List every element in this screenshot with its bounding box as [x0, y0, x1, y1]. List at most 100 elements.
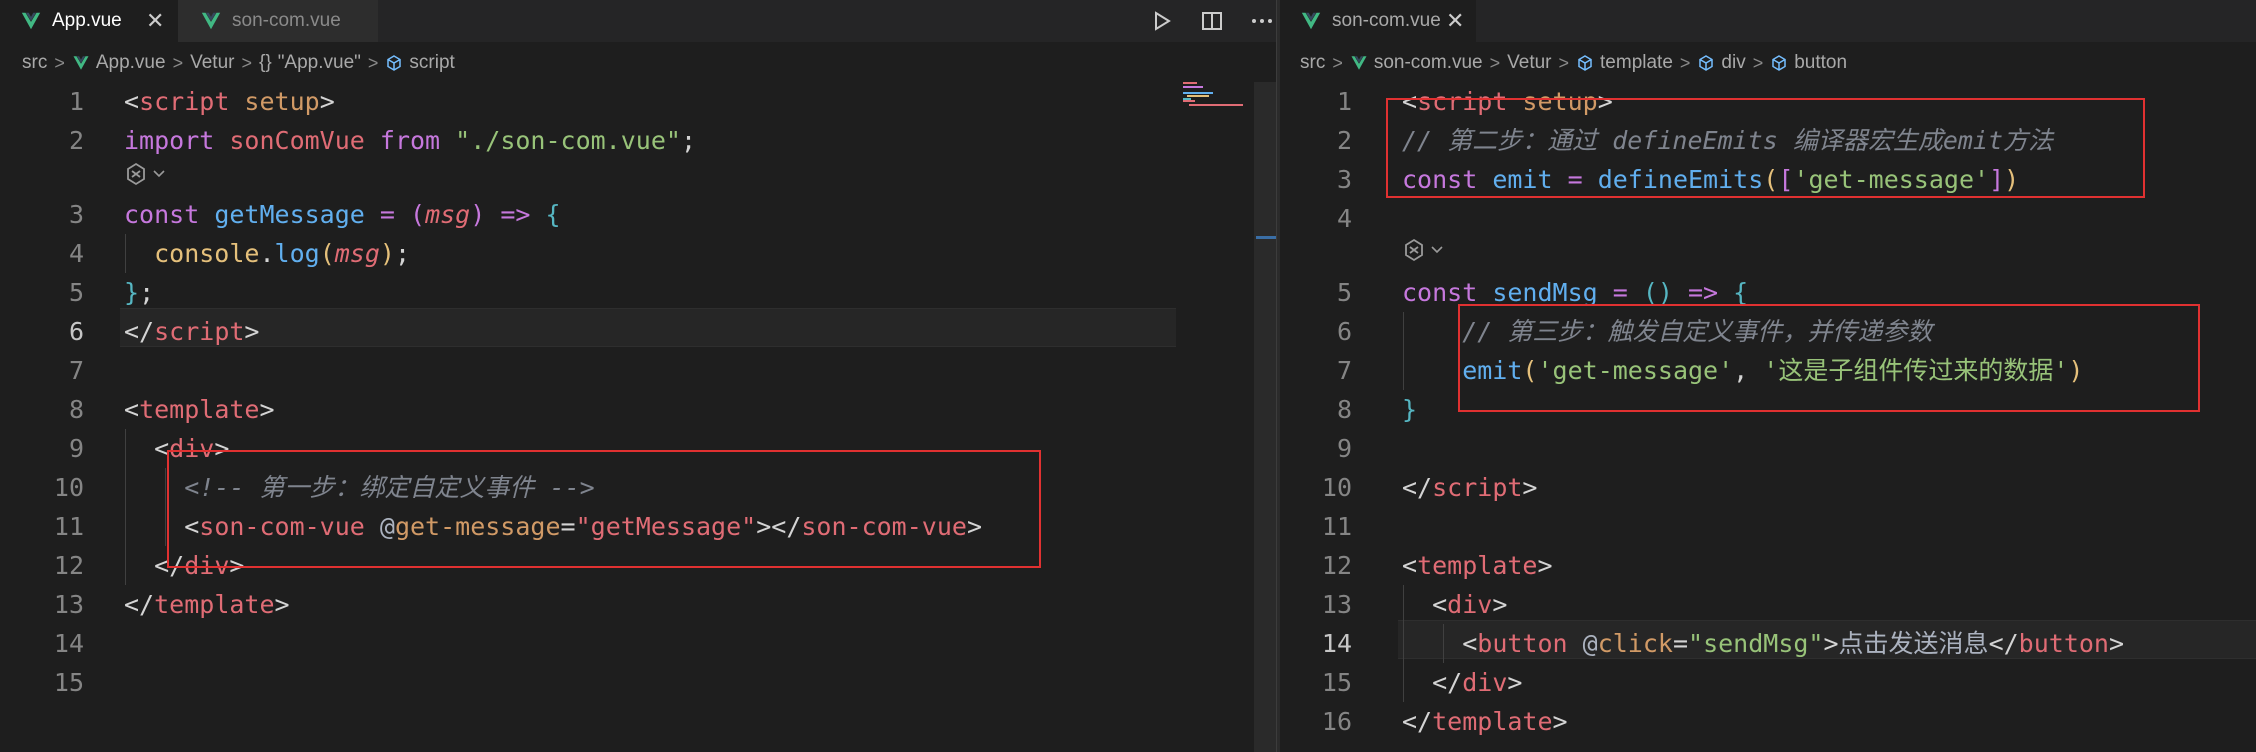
token: =>: [1672, 278, 1734, 307]
token: >: [244, 317, 260, 346]
breadcrumb-src[interactable]: src: [1300, 52, 1325, 74]
cube-icon: [1576, 54, 1594, 72]
token: sonComVue: [214, 126, 380, 155]
token: <: [124, 395, 140, 424]
token: 点击发送消息: [1838, 629, 1989, 658]
chevron-right-icon: >: [241, 52, 252, 73]
line-number: 3: [1336, 165, 1352, 194]
breadcrumb-template-label: template: [1600, 52, 1673, 73]
token: ): [470, 200, 486, 229]
token: }: [1402, 395, 1418, 424]
token: div: [1447, 590, 1493, 619]
code-line: <template>: [124, 390, 275, 429]
code-line: </template>: [1402, 702, 1568, 741]
line-number: 9: [68, 434, 84, 463]
tab-son-com-vue[interactable]: son-com.vue: [178, 0, 378, 42]
codelens-icon: [127, 162, 145, 186]
codelens[interactable]: [124, 162, 166, 186]
more-actions-icon[interactable]: [1250, 9, 1274, 33]
code-line: const getMessage = (msg) => {: [124, 195, 561, 234]
token: button: [1477, 629, 1568, 658]
editor-group-right: son-com.vue ✕ src > son-com.vue > Vetur …: [1280, 0, 2256, 752]
token: template: [154, 590, 275, 619]
vertical-scrollbar[interactable]: [1254, 82, 1276, 752]
line-number: 4: [68, 239, 84, 268]
line-number: 2: [68, 126, 84, 155]
token: "./son-com.vue": [440, 126, 681, 155]
token: import: [124, 126, 215, 155]
line-number: 1: [1336, 87, 1352, 116]
codelens[interactable]: [1402, 238, 1444, 262]
line-number: 4: [1336, 204, 1352, 233]
tab-son-com-vue[interactable]: son-com.vue ✕: [1280, 0, 1476, 42]
line-number: 2: [1336, 126, 1352, 155]
chevron-right-icon: >: [1679, 52, 1691, 73]
breadcrumb-file[interactable]: son-com.vue: [1350, 52, 1483, 74]
token: </: [1988, 629, 2019, 658]
token: <: [1402, 629, 1478, 658]
breadcrumb-module[interactable]: {} "App.vue": [259, 52, 361, 74]
line-number: 11: [1321, 512, 1352, 541]
token: <: [1402, 551, 1418, 580]
token: >: [319, 87, 335, 116]
editor-actions: [1150, 0, 1274, 42]
code-line: console.log(msg);: [124, 234, 410, 273]
breadcrumb-button-label: button: [1794, 52, 1848, 73]
split-editor-icon[interactable]: [1200, 9, 1224, 33]
token: console: [124, 239, 260, 268]
minimap[interactable]: [1183, 82, 1243, 112]
breadcrumb-vetur[interactable]: Vetur: [190, 52, 234, 74]
annotation-box-step3: [1458, 304, 2200, 412]
token: ;: [394, 239, 411, 268]
token: <: [124, 87, 140, 116]
close-icon[interactable]: ✕: [146, 8, 164, 34]
breadcrumb-vetur[interactable]: Vetur: [1507, 52, 1551, 74]
token: getMessage: [199, 200, 365, 229]
token: script: [1432, 473, 1523, 502]
line-number: 13: [53, 590, 84, 619]
token: =: [1597, 278, 1643, 307]
code-line: import sonComVue from "./son-com.vue";: [124, 121, 696, 160]
line-number: 5: [1336, 278, 1352, 307]
code-line: }: [1402, 390, 1417, 429]
line-number: 12: [53, 551, 84, 580]
token: ;: [680, 126, 696, 155]
breadcrumb-div[interactable]: div: [1697, 52, 1746, 74]
token: template: [1417, 551, 1538, 580]
token: </: [124, 317, 155, 346]
chevron-right-icon: >: [54, 52, 65, 73]
cube-icon: [385, 54, 403, 72]
token: </: [1402, 707, 1433, 736]
chevron-down-icon: [153, 170, 165, 178]
token: {: [545, 200, 561, 229]
token: <: [1402, 590, 1448, 619]
line-number: 14: [53, 629, 84, 658]
line-number: 15: [1321, 668, 1352, 697]
breadcrumb-script[interactable]: script: [385, 52, 455, 74]
token: (: [410, 200, 426, 229]
token: template: [1432, 707, 1553, 736]
line-number: 3: [68, 200, 84, 229]
token: =: [1672, 629, 1689, 658]
code-line: </div>: [1402, 663, 1522, 702]
breadcrumb-button[interactable]: button: [1770, 52, 1847, 74]
scrollbar-cursor-marker: [1256, 236, 1276, 239]
vue-logo-icon: [1301, 12, 1321, 30]
line-number-current: 6: [68, 317, 84, 346]
breadcrumb-file-label: son-com.vue: [1373, 52, 1483, 73]
token: >: [1537, 551, 1553, 580]
code-editor-left[interactable]: 1 2 3 4 5 6 7 8 9 10 11 12 13 14 15 <scr…: [0, 82, 1276, 752]
line-number: 13: [1321, 590, 1352, 619]
close-icon[interactable]: ✕: [1446, 8, 1464, 34]
breadcrumb-file[interactable]: App.vue: [72, 52, 166, 74]
code-editor-right[interactable]: 1 2 3 4 5 6 7 8 9 10 11 12 13 14 15 16 <…: [1280, 82, 2256, 752]
tab-app-vue[interactable]: App.vue ✕: [0, 0, 178, 42]
breadcrumb-src[interactable]: src: [22, 52, 47, 74]
code-line: </template>: [124, 585, 290, 624]
breadcrumb-template[interactable]: template: [1576, 52, 1673, 74]
line-number: 9: [1336, 434, 1352, 463]
line-number: 1: [68, 87, 84, 116]
tab-bar-left: App.vue ✕ son-com.vue: [0, 0, 1276, 42]
line-number: 7: [1336, 356, 1352, 385]
run-icon[interactable]: [1150, 9, 1174, 33]
